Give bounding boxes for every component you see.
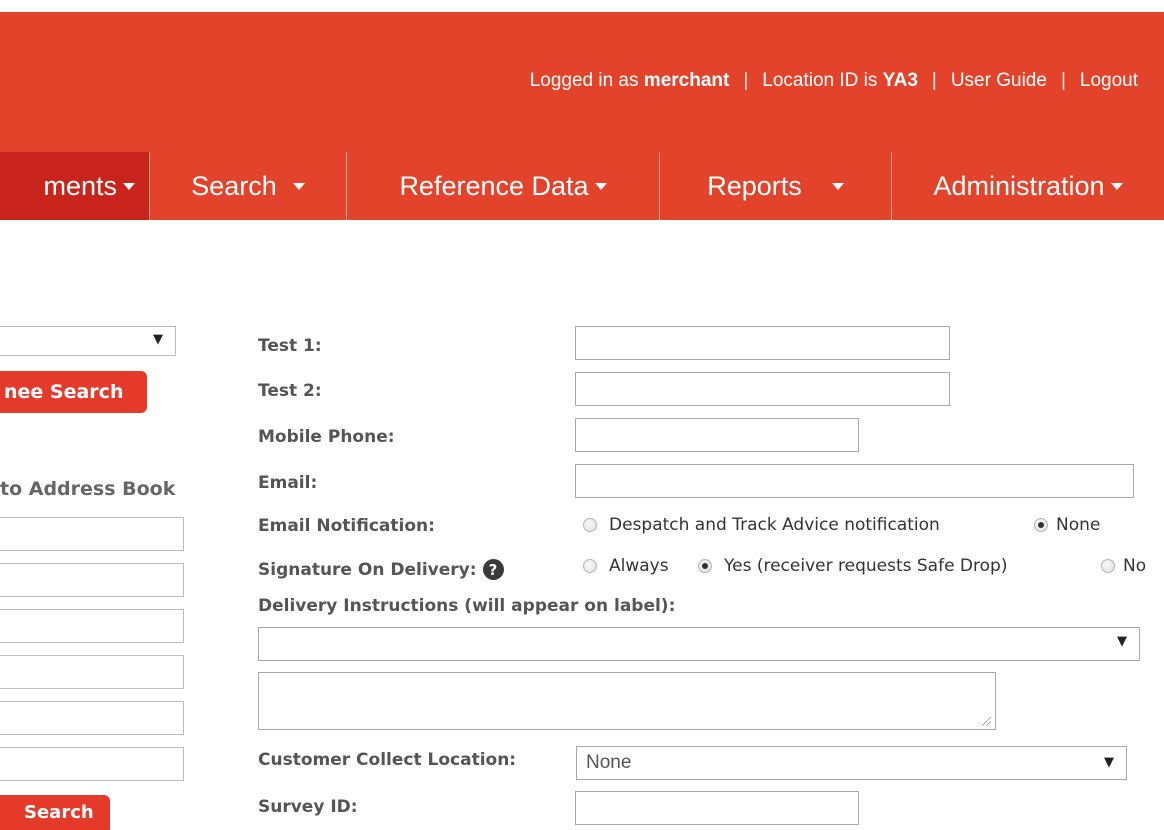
- delivery-instructions-label: Delivery Instructions (will appear on la…: [258, 596, 676, 616]
- user-guide-link[interactable]: User Guide: [951, 70, 1047, 92]
- selected-value: None: [586, 752, 632, 773]
- user-bar: Logged in as merchant | Location ID is Y…: [530, 68, 1138, 94]
- nav-item-administration[interactable]: Administration: [892, 152, 1164, 220]
- mobile-phone-label: Mobile Phone:: [258, 427, 395, 447]
- test2-label: Test 2:: [258, 381, 322, 401]
- option-label: No: [1123, 556, 1147, 576]
- address-field-3[interactable]: [0, 609, 184, 643]
- nav-label: Search: [191, 170, 277, 201]
- main-nav: ments Search Reference Data Reports Admi…: [0, 152, 1164, 220]
- email-notification-option-despatch[interactable]: Despatch and Track Advice notification: [583, 515, 940, 535]
- delivery-instructions-select[interactable]: ▼: [258, 627, 1140, 661]
- survey-id-input[interactable]: [575, 791, 859, 825]
- nav-label: ments: [43, 170, 117, 201]
- divider: |: [931, 70, 937, 91]
- logged-in-prefix: Logged in as: [529, 70, 639, 91]
- customer-collect-label: Customer Collect Location:: [258, 750, 517, 770]
- option-label: Despatch and Track Advice notification: [609, 515, 940, 535]
- mobile-phone-input[interactable]: [575, 418, 859, 452]
- nav-label: Administration: [933, 170, 1105, 201]
- test2-input[interactable]: [575, 372, 950, 406]
- address-field-6[interactable]: [0, 747, 184, 781]
- nav-item-reference-data[interactable]: Reference Data: [347, 152, 660, 220]
- option-label: Yes (receiver requests Safe Drop): [724, 556, 1008, 576]
- username: merchant: [643, 70, 730, 91]
- option-label: Always: [609, 556, 669, 576]
- logout-link[interactable]: Logout: [1080, 70, 1138, 92]
- email-label: Email:: [258, 473, 318, 493]
- email-input[interactable]: [575, 464, 1134, 498]
- dropdown-arrow-icon: ▼: [153, 332, 163, 347]
- address-field-5[interactable]: [0, 701, 184, 735]
- search-button[interactable]: Search: [0, 795, 110, 830]
- nav-label: Reference Data: [399, 170, 589, 201]
- divider: |: [1060, 70, 1066, 91]
- radio-icon[interactable]: [583, 518, 597, 532]
- location-prefix: Location ID is: [762, 70, 878, 91]
- caret-down-icon: [123, 182, 135, 190]
- divider: |: [743, 70, 749, 91]
- caret-down-icon: [1110, 182, 1123, 190]
- address-field-2[interactable]: [0, 563, 184, 597]
- signature-on-delivery-label: Signature On Delivery: ?: [258, 559, 504, 580]
- signature-option-always[interactable]: Always: [583, 556, 669, 576]
- caret-down-icon: [831, 182, 844, 190]
- address-field-4[interactable]: [0, 655, 184, 689]
- left-dropdown[interactable]: ▼: [0, 326, 176, 356]
- option-label: None: [1056, 515, 1101, 535]
- address-book-label[interactable]: to Address Book: [0, 478, 175, 500]
- caret-down-icon: [594, 182, 607, 190]
- delivery-instructions-textarea[interactable]: [258, 672, 996, 730]
- customer-collect-select[interactable]: None ▼: [576, 746, 1127, 780]
- email-notification-option-none[interactable]: None: [1034, 515, 1100, 535]
- signature-option-yes-safe-drop[interactable]: Yes (receiver requests Safe Drop): [698, 556, 1007, 576]
- radio-selected-icon[interactable]: [1034, 518, 1048, 532]
- address-field-1[interactable]: [0, 517, 184, 551]
- dropdown-arrow-icon: ▼: [1117, 634, 1127, 649]
- survey-id-label: Survey ID:: [258, 797, 358, 817]
- test1-input[interactable]: [575, 326, 950, 360]
- signature-option-no[interactable]: No: [1101, 556, 1146, 576]
- resize-handle-icon[interactable]: [982, 717, 991, 726]
- nav-item-shipments[interactable]: ments: [0, 152, 150, 220]
- dropdown-arrow-icon: ▼: [1104, 755, 1114, 770]
- radio-selected-icon[interactable]: [698, 559, 712, 573]
- signature-label-text: Signature On Delivery:: [258, 559, 477, 580]
- location-id: YA3: [882, 70, 918, 91]
- radio-icon[interactable]: [583, 559, 597, 573]
- nav-item-search[interactable]: Search: [150, 152, 347, 220]
- consignee-search-button[interactable]: nee Search: [0, 371, 147, 413]
- test1-label: Test 1:: [258, 336, 322, 356]
- email-notification-label: Email Notification:: [258, 516, 435, 536]
- help-icon[interactable]: ?: [482, 559, 504, 580]
- nav-item-reports[interactable]: Reports: [660, 152, 892, 220]
- radio-icon[interactable]: [1101, 559, 1115, 573]
- caret-down-icon: [292, 182, 305, 190]
- nav-label: Reports: [707, 170, 802, 201]
